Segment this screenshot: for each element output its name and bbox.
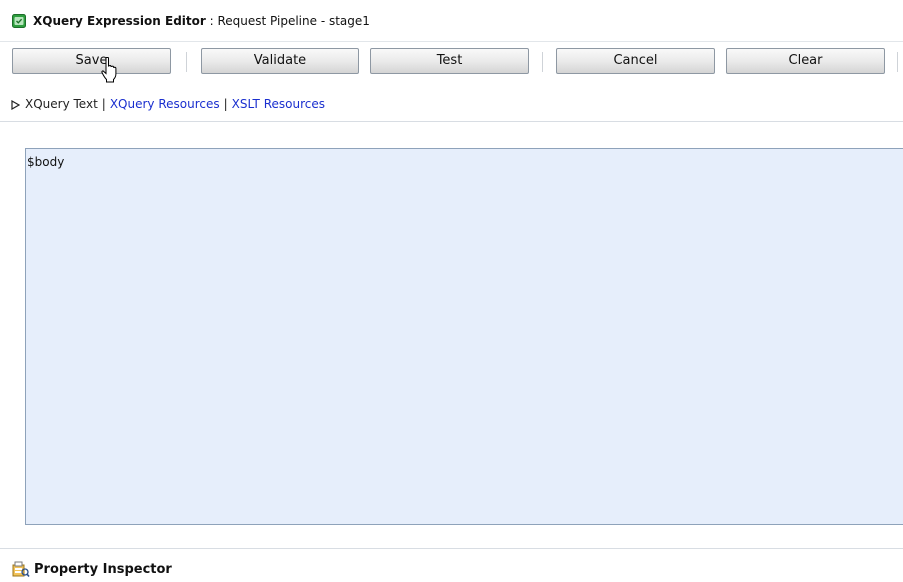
toolbar-divider [186, 52, 187, 72]
editor-name: XQuery Expression Editor [33, 14, 206, 28]
property-inspector-label: Property Inspector [34, 562, 172, 577]
resource-link-group: XQuery Text | XQuery Resources | XSLT Resour… [25, 96, 325, 112]
property-inspector-icon [12, 561, 30, 577]
xquery-editor-icon [12, 14, 26, 28]
clear-button[interactable]: Clear [726, 48, 885, 74]
title-bar: XQuery Expression Editor : Request Pipel… [0, 0, 903, 42]
test-button[interactable]: Test [370, 48, 529, 74]
link-separator: | [223, 97, 228, 111]
editor-area: $body [0, 122, 903, 548]
validate-button[interactable]: Validate [201, 48, 359, 74]
xquery-resources-link[interactable]: XQuery Resources [110, 97, 220, 111]
link-separator: | [101, 97, 106, 111]
property-inspector-bar[interactable]: Property Inspector [0, 556, 903, 582]
toolbar-divider [542, 52, 543, 72]
toolbar: Save Validate Test Cancel Clear [0, 43, 903, 82]
resource-links: XQuery Text | XQuery Resources | XSLT Resour… [0, 88, 903, 122]
toolbar-divider [897, 52, 898, 72]
xslt-resources-link[interactable]: XSLT Resources [232, 97, 325, 111]
expand-triangle-icon [11, 100, 20, 110]
xquery-text-link: XQuery Text [25, 97, 98, 111]
save-button[interactable]: Save [12, 48, 171, 74]
section-divider [0, 548, 903, 549]
cancel-button[interactable]: Cancel [556, 48, 715, 74]
editor-context: : Request Pipeline - stage1 [205, 14, 370, 28]
page-title: XQuery Expression Editor : Request Pipel… [33, 14, 370, 29]
xquery-text-editor[interactable]: $body [25, 148, 903, 525]
